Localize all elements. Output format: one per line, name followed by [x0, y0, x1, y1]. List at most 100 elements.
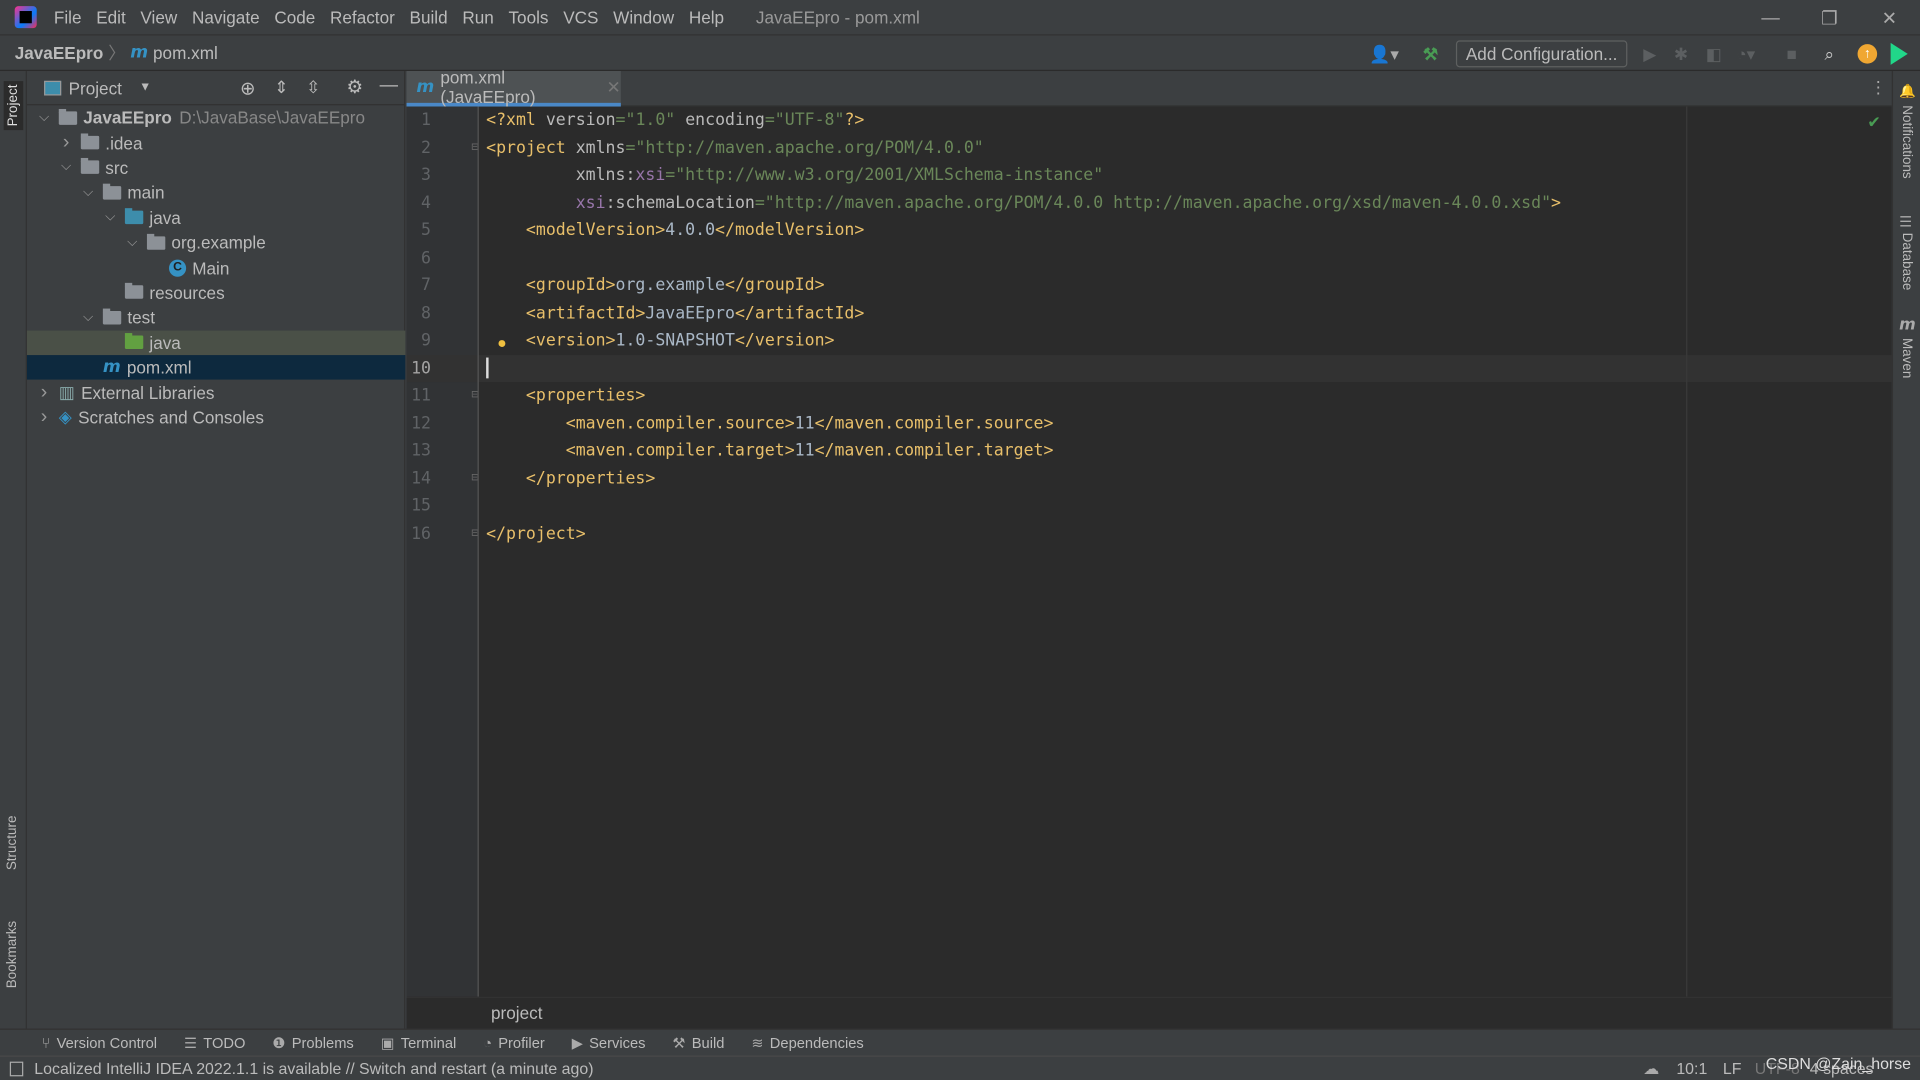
chevron-right-icon[interactable]: ›: [37, 407, 52, 429]
line-separator[interactable]: LF: [1723, 1059, 1742, 1077]
stop-icon[interactable]: ■: [1787, 44, 1797, 64]
tool-window-profiler[interactable]: ◔ Profiler: [483, 1034, 545, 1051]
tree-item[interactable]: › ◈ Scratches and Consoles: [27, 405, 405, 430]
tree-item[interactable]: ⌵ main: [27, 180, 405, 205]
code-line[interactable]: 2 <project xmlns="http://maven.apache.org…: [407, 134, 1892, 162]
menu-run[interactable]: Run: [455, 7, 501, 27]
status-message[interactable]: Localized IntelliJ IDEA 2022.1.1 is avai…: [34, 1059, 593, 1077]
code-with-me-icon[interactable]: [1890, 42, 1908, 65]
menu-vcs[interactable]: VCS: [556, 7, 606, 27]
coverage-icon[interactable]: ◧: [1706, 44, 1722, 65]
tool-window-terminal[interactable]: ▣ Terminal: [381, 1034, 457, 1051]
tree-item[interactable]: java: [26, 330, 406, 356]
chevron-down-icon[interactable]: ⌵: [81, 185, 96, 201]
chevron-down-icon[interactable]: ⌵: [125, 235, 140, 251]
code-line[interactable]: 7 <groupId>org.example</groupId>: [407, 272, 1892, 300]
cloud-settings-icon[interactable]: ☁: [1643, 1059, 1659, 1079]
code-line[interactable]: 8 <artifactId>JavaEEpro</artifactId>: [407, 299, 1892, 327]
menu-edit[interactable]: Edit: [89, 7, 133, 27]
menu-help[interactable]: Help: [681, 7, 731, 27]
menu-window[interactable]: Window: [606, 7, 682, 27]
expand-all-icon[interactable]: ⇕: [274, 77, 288, 98]
chevron-right-icon[interactable]: ›: [59, 132, 74, 154]
build-hammer-icon[interactable]: ⚒: [1423, 44, 1438, 65]
code-line[interactable]: 4 xsi:schemaLocation="http://maven.apach…: [407, 189, 1892, 217]
run-icon[interactable]: ▶: [1643, 44, 1656, 65]
minimize-button[interactable]: —: [1742, 0, 1798, 36]
project-view-selector[interactable]: Project: [69, 78, 122, 98]
code-line[interactable]: 6: [407, 244, 1892, 272]
menu-code[interactable]: Code: [267, 7, 323, 27]
gear-icon[interactable]: ⚙: [347, 76, 363, 98]
menu-view[interactable]: View: [133, 7, 185, 27]
tree-item[interactable]: m pom.xml: [26, 355, 406, 381]
update-icon[interactable]: ↑: [1857, 44, 1878, 64]
tree-item[interactable]: ⌵ src: [27, 155, 405, 180]
debug-icon[interactable]: ✱: [1674, 44, 1688, 65]
search-icon[interactable]: ⌕: [1824, 44, 1834, 65]
tool-window-services[interactable]: ▶ Services: [572, 1034, 646, 1051]
structure-tool-button[interactable]: Structure: [5, 816, 20, 871]
code-line[interactable]: 15: [407, 492, 1892, 520]
code-line[interactable]: 9 <version>1.0-SNAPSHOT</version>: [407, 327, 1892, 355]
profile-icon[interactable]: ◔▾: [1736, 44, 1755, 65]
project-tool-button[interactable]: Project: [3, 80, 24, 131]
tree-item[interactable]: resources: [27, 280, 405, 305]
code-line[interactable]: 16 </project> ⊟: [407, 520, 1892, 548]
code-line[interactable]: 5 <modelVersion>4.0.0</modelVersion>: [407, 217, 1892, 245]
tree-item[interactable]: › ▥ External Libraries: [27, 380, 405, 405]
close-tab-icon[interactable]: ✕: [606, 77, 620, 98]
menu-build[interactable]: Build: [402, 7, 455, 27]
tree-item[interactable]: ⌵ JavaEEpro D:\JavaBase\JavaEEpro: [27, 105, 405, 130]
tool-window-build[interactable]: ⚒ Build: [672, 1034, 724, 1051]
tree-item[interactable]: ⌵ org.example: [27, 230, 405, 255]
chevron-right-icon[interactable]: ›: [37, 382, 52, 404]
tree-item[interactable]: C Main: [27, 255, 405, 280]
tool-window-label: Problems: [291, 1034, 354, 1052]
database-tool-button[interactable]: Database: [1899, 233, 1914, 291]
hide-icon[interactable]: —: [380, 75, 398, 96]
tree-item-label: main: [127, 182, 165, 203]
breadcrumb-project[interactable]: JavaEEpro: [15, 43, 104, 63]
chevron-down-icon[interactable]: ▼: [139, 81, 151, 94]
code-line[interactable]: 12 <maven.compiler.source>11</maven.comp…: [407, 410, 1892, 438]
tree-item[interactable]: ⌵ test: [27, 305, 405, 330]
code-line[interactable]: 14 </properties> ⊟: [407, 465, 1892, 493]
status-toggle-icon[interactable]: [9, 1061, 24, 1076]
collapse-all-icon[interactable]: ⇳: [306, 77, 320, 98]
tool-window-version-control[interactable]: ⑂ Version Control: [42, 1034, 157, 1051]
tool-window-problems[interactable]: ❶ Problems: [272, 1034, 353, 1051]
tool-window-todo[interactable]: ☰ TODO: [184, 1034, 245, 1051]
menu-tools[interactable]: Tools: [501, 7, 556, 27]
breadcrumb-file[interactable]: pom.xml: [153, 43, 218, 63]
maven-tool-button[interactable]: Maven: [1899, 338, 1914, 378]
chevron-down-icon[interactable]: ⌵: [103, 210, 118, 226]
more-options-icon[interactable]: ⋮: [1870, 77, 1887, 98]
chevron-down-icon[interactable]: ⌵: [37, 110, 52, 126]
editor-breadcrumb[interactable]: project: [406, 996, 1892, 1029]
menu-file[interactable]: File: [47, 7, 89, 27]
chevron-down-icon[interactable]: ⌵: [59, 160, 74, 176]
notifications-tool-button[interactable]: Notifications: [1899, 105, 1914, 178]
add-configuration-button[interactable]: Add Configuration...: [1455, 40, 1628, 68]
menu-refactor[interactable]: Refactor: [323, 7, 402, 27]
tree-item[interactable]: › .idea: [27, 130, 405, 155]
menu-navigate[interactable]: Navigate: [185, 7, 267, 27]
tab-pom-xml[interactable]: m pom.xml (JavaEEpro) ✕: [406, 67, 621, 107]
code-line[interactable]: 11 <properties> ⊟: [407, 382, 1892, 410]
code-line[interactable]: 13 <maven.compiler.target>11</maven.comp…: [407, 437, 1892, 465]
locate-icon[interactable]: ⊕: [240, 77, 255, 99]
intention-bulb-icon[interactable]: ●: [497, 333, 507, 351]
close-button[interactable]: ✕: [1861, 0, 1917, 36]
tool-window-dependencies[interactable]: ≋ Dependencies: [751, 1034, 863, 1051]
user-icon[interactable]: 👤▾: [1369, 44, 1399, 65]
code-line[interactable]: 3 xmlns:xsi="http://www.w3.org/2001/XMLS…: [407, 162, 1892, 190]
restore-button[interactable]: ❐: [1801, 0, 1857, 36]
tree-item[interactable]: ⌵ java: [27, 205, 405, 230]
caret-position[interactable]: 10:1: [1676, 1059, 1707, 1077]
code-line[interactable]: 10: [406, 354, 1892, 383]
code-line[interactable]: 1 <?xml version="1.0" encoding="UTF-8"?>: [407, 107, 1892, 135]
bookmarks-tool-button[interactable]: Bookmarks: [5, 921, 20, 988]
chevron-down-icon[interactable]: ⌵: [81, 310, 96, 326]
token-ns: xsi: [486, 192, 606, 213]
